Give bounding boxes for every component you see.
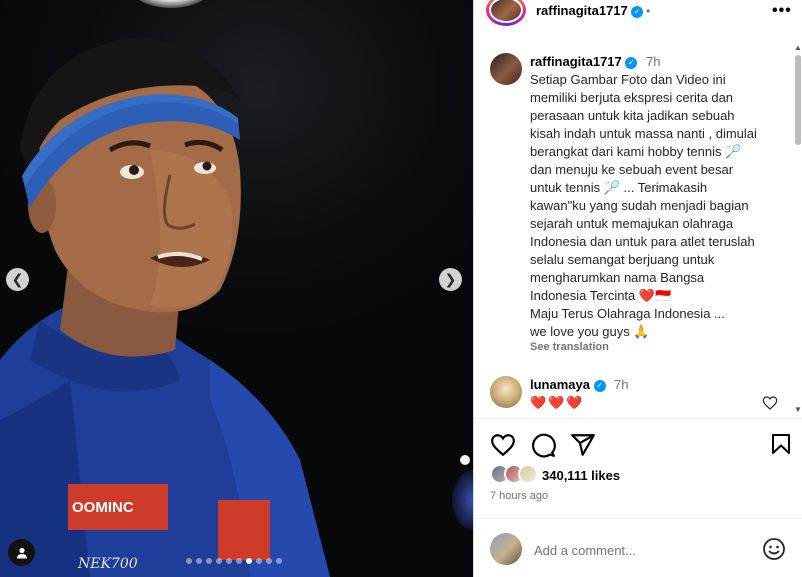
comment-icon[interactable] (530, 432, 556, 458)
svg-text:OOMINC: OOMINC (72, 499, 134, 516)
scrollbar-thumb[interactable] (795, 55, 801, 145)
user-tag-icon (16, 547, 27, 558)
carousel-dot (206, 558, 212, 564)
previous-slide-button[interactable]: ❮ (6, 268, 29, 291)
comments-scrollbar[interactable]: ▲ ▼ (792, 43, 802, 417)
add-comment-input[interactable] (534, 540, 744, 560)
bookmark-icon[interactable] (769, 432, 793, 456)
verified-badge-icon: ✓ (593, 379, 606, 392)
heart-icon[interactable] (490, 432, 516, 458)
comments-list[interactable]: raffinagita1717 ✓ 7h Setiap Gambar Foto … (474, 43, 802, 417)
post-timestamp[interactable]: 7 hours ago (490, 490, 548, 502)
author-username[interactable]: raffinagita1717 ✓ (536, 3, 644, 18)
verified-badge-icon: ✓ (625, 56, 638, 69)
author-avatar[interactable] (486, 0, 526, 26)
post-actions (474, 432, 802, 460)
liked-by-avatars[interactable] (490, 464, 538, 484)
caption-time[interactable]: 7h (646, 54, 660, 69)
carousel-dot (236, 558, 242, 564)
carousel-dot (246, 558, 252, 564)
post-side-panel: raffinagita1717 ✓ • ••• raffinagita1717 … (473, 0, 802, 577)
verified-badge-icon: ✓ (631, 5, 644, 18)
scroll-down-arrow-icon[interactable]: ▼ (794, 405, 802, 414)
comment-username[interactable]: lunamaya ✓ (530, 377, 606, 392)
likes-count[interactable]: 340,111 likes (542, 468, 620, 483)
carousel-dot (216, 558, 222, 564)
svg-text:NEK700: NEK700 (77, 556, 138, 572)
carousel-dot (266, 558, 272, 564)
carousel-dot (256, 558, 262, 564)
follow-dot: • (646, 4, 651, 18)
current-user-avatar (490, 533, 522, 565)
caption-avatar[interactable] (490, 53, 522, 85)
chevron-right-icon: ❯ (444, 271, 457, 287)
comment-avatar[interactable] (490, 376, 522, 408)
carousel-dot (226, 558, 232, 564)
comment-time[interactable]: 7h (614, 377, 628, 392)
tagged-users-button[interactable] (8, 539, 35, 566)
post-caption: Setiap Gambar Foto dan Video ini memilik… (530, 72, 757, 339)
divider (474, 518, 802, 519)
post-header: raffinagita1717 ✓ • ••• (474, 0, 802, 26)
caption-username[interactable]: raffinagita1717 ✓ (530, 54, 638, 69)
post-viewer: OOMINC NEK700 ❮ ❯ raffinagita1717 ✓ • ••… (0, 0, 802, 577)
athlete-photo: OOMINC NEK700 (0, 38, 330, 577)
comment-text: ❤️❤️❤️ (530, 395, 585, 410)
more-options-icon[interactable]: ••• (772, 2, 792, 20)
carousel-dot (196, 558, 202, 564)
chevron-left-icon: ❮ (11, 271, 24, 287)
carousel-indicator (186, 558, 282, 564)
next-slide-button[interactable]: ❯ (439, 268, 462, 291)
emoji-icon[interactable] (762, 537, 786, 561)
divider (474, 418, 802, 419)
carousel-dot (276, 558, 282, 564)
post-media[interactable]: OOMINC NEK700 ❮ ❯ (0, 0, 473, 577)
share-icon[interactable] (570, 432, 596, 458)
carousel-dot (186, 558, 192, 564)
see-translation-button[interactable]: See translation (530, 341, 609, 353)
scroll-up-arrow-icon[interactable]: ▲ (794, 43, 802, 52)
comment-like-heart-icon[interactable] (762, 395, 778, 411)
